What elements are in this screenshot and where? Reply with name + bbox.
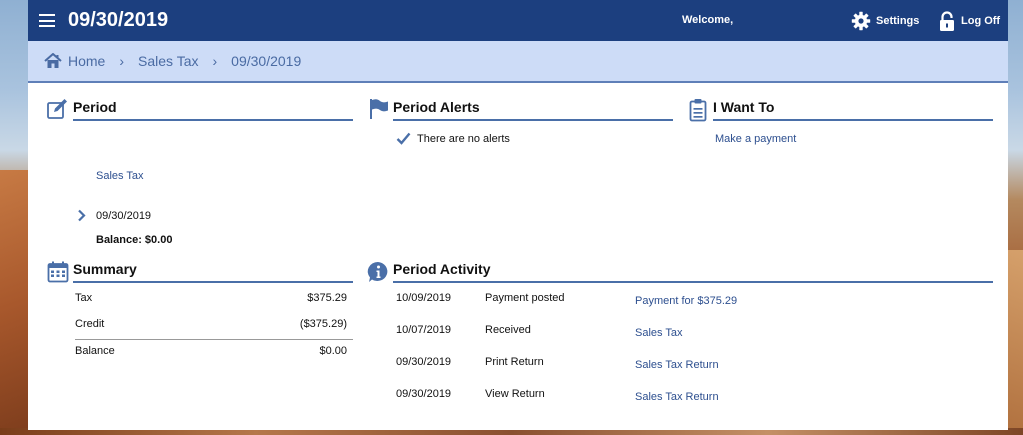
summary-amount: $375.29 — [307, 292, 347, 304]
edit-icon — [47, 99, 67, 119]
clipboard-icon — [689, 99, 707, 122]
logoff-button[interactable]: Log Off — [939, 10, 1000, 32]
summary-row: Tax $375.29 — [75, 292, 353, 304]
summary-row: Credit ($375.29) — [75, 318, 353, 330]
logoff-label: Log Off — [961, 15, 1001, 27]
activity-heading: Period Activity — [393, 261, 993, 283]
breadcrumb-home[interactable]: Home — [44, 53, 105, 69]
activity-event: View Return — [485, 388, 545, 400]
summary-amount: ($375.29) — [299, 318, 347, 330]
want-to-heading: I Want To — [713, 99, 993, 121]
summary-label: Balance — [75, 345, 115, 357]
welcome-text: Welcome, — [682, 14, 734, 26]
lock-icon — [940, 10, 954, 31]
period-account-link[interactable]: Sales Tax — [96, 170, 144, 182]
activity-link[interactable]: Sales Tax Return — [635, 359, 719, 371]
activity-event: Print Return — [485, 356, 544, 368]
period-heading: Period — [73, 99, 353, 121]
breadcrumb-separator: › — [119, 53, 125, 69]
info-icon — [367, 261, 388, 282]
summary-row: Balance $0.00 — [75, 345, 353, 357]
activity-event: Received — [485, 324, 531, 336]
activity-link[interactable]: Payment for $375.29 — [635, 295, 737, 307]
alerts-heading: Period Alerts — [393, 99, 673, 121]
period-balance: Balance: $0.00 — [96, 234, 173, 246]
summary-label: Tax — [75, 292, 93, 304]
check-icon — [396, 132, 411, 145]
activity-date: 09/30/2019 — [396, 388, 452, 400]
activity-date: 10/09/2019 — [396, 292, 452, 304]
summary-label: Credit — [75, 318, 105, 330]
activity-link[interactable]: Sales Tax Return — [635, 391, 719, 403]
activity-link[interactable]: Sales Tax — [635, 327, 683, 339]
make-payment-link[interactable]: Make a payment — [715, 133, 796, 145]
summary-amount: $0.00 — [319, 345, 347, 357]
alerts-message: There are no alerts — [417, 133, 510, 145]
summary-heading: Summary — [73, 261, 353, 283]
menu-icon[interactable] — [39, 14, 55, 27]
activity-date: 10/07/2019 — [396, 324, 452, 336]
breadcrumb-sales-tax[interactable]: Sales Tax — [138, 53, 198, 69]
breadcrumb-period: 09/30/2019 — [231, 53, 302, 69]
flag-icon — [370, 99, 388, 119]
settings-label: Settings — [876, 15, 920, 27]
summary-divider — [75, 339, 353, 340]
breadcrumb: Home › Sales Tax › 09/30/2019 — [28, 41, 1008, 83]
home-icon — [44, 53, 62, 68]
chevron-right-icon[interactable] — [77, 209, 86, 222]
breadcrumb-home-label: Home — [68, 53, 106, 69]
calendar-icon — [47, 261, 69, 283]
selected-period[interactable]: 09/30/2019 — [96, 210, 151, 222]
page-title: 09/30/2019 — [68, 9, 169, 31]
gear-icon — [851, 11, 871, 31]
activity-event: Payment posted — [485, 292, 565, 304]
breadcrumb-separator: › — [212, 53, 218, 69]
top-bar: 09/30/2019 Welcome, Settings Log Off — [28, 0, 1008, 41]
settings-button[interactable]: Settings — [851, 11, 919, 31]
app-panel: 09/30/2019 Welcome, Settings Log Off Hom… — [28, 0, 1008, 430]
activity-date: 09/30/2019 — [396, 356, 452, 368]
